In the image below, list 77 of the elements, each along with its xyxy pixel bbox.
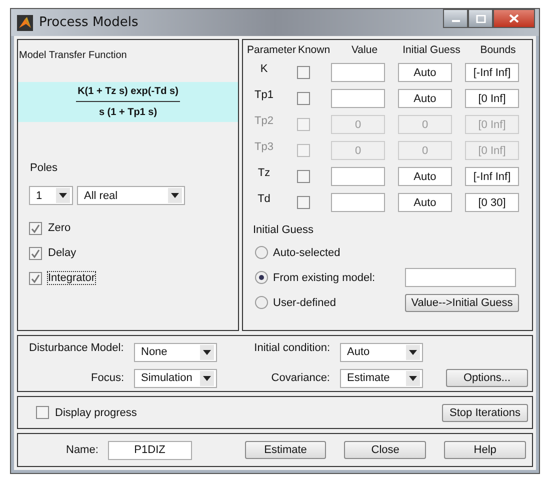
bounds-field[interactable]: [-Inf Inf] [465,167,519,186]
disturbance-dropdown[interactable]: None [134,342,217,362]
caret-icon [203,350,211,354]
section-heading: Model Transfer Function [19,50,128,61]
column-header: Initial Guess [402,44,462,56]
column-header: Known [297,44,331,56]
checkbox-label: Zero [47,221,72,235]
display-progress-checkbox[interactable] [36,406,49,419]
known-checkbox[interactable] [297,92,310,105]
maximize-icon [476,14,486,22]
caret-icon [171,193,179,198]
covariance-label: Covariance: [270,372,331,384]
initial-guess-field[interactable]: Auto [398,89,452,108]
radio-label: From existing model: [273,272,376,284]
checkbox-label: Integrator [47,271,96,285]
parameter-name: Tp2 [254,115,274,127]
parameter-name: Tp1 [254,89,274,101]
checkbox[interactable] [29,272,42,284]
known-checkbox[interactable] [297,196,310,209]
known-checkbox[interactable] [297,66,310,79]
radio-button[interactable] [255,246,268,259]
initial-guess-field[interactable]: Auto [398,193,452,212]
caret-icon [59,193,67,198]
caret-icon [203,376,211,380]
value-field[interactable] [331,63,385,82]
footer-button[interactable]: Estimate [244,441,326,459]
name-label: Name: [66,444,100,456]
poles-label: Poles [30,162,59,174]
initial-condition-label: Initial condition: [253,342,331,354]
minimize-button[interactable] [443,9,468,28]
checkbox[interactable] [29,222,42,234]
column-header: Parameter [247,44,297,56]
parameter-name: Td [256,193,272,205]
app-logo-icon [17,14,33,30]
window-title: Process Models [39,15,138,30]
focus-label: Focus: [90,372,125,384]
close-icon [509,14,519,23]
bounds-field[interactable]: [0 Inf] [465,89,519,108]
disturbance-label: Disturbance Model: [29,342,125,354]
maximize-button[interactable] [468,9,493,28]
parameter-name: K [259,63,269,75]
pole-type-dropdown[interactable]: All real [77,186,185,205]
radio-button[interactable] [255,296,268,309]
checkbox-label: Delay [47,246,78,260]
name-field[interactable]: P1DIZ [108,440,192,460]
radio-label: User-defined [273,296,337,308]
close-button[interactable] [493,9,535,28]
column-header: Bounds [479,44,517,56]
initial-condition-dropdown[interactable]: Auto [340,342,423,362]
footer-button[interactable]: Close [344,441,426,459]
radio-button[interactable] [255,271,268,284]
covariance-dropdown[interactable]: Estimate [340,368,423,388]
options-button[interactable]: Options... [446,369,528,387]
checkbox[interactable] [29,246,42,260]
initial-guess-field[interactable]: Auto [398,167,452,186]
model-name-field[interactable] [405,268,516,287]
display-progress-label: Display progress [55,406,137,418]
pole-count-dropdown[interactable]: 1 [29,186,73,205]
focus-dropdown[interactable]: Simulation [134,368,217,388]
column-header: Value [350,44,379,56]
bounds-field[interactable]: [-Inf Inf] [465,63,519,82]
caret-icon [409,350,417,354]
bounds-field[interactable]: [0 30] [465,193,519,212]
radio-label: Auto-selected [273,246,342,258]
copy-value-button[interactable]: Value-->Initial Guess [405,294,519,312]
transfer-function: K(1 + Tz s) exp(-Td s) s (1 + Tp1 s) [18,82,238,122]
initial-guess-field[interactable]: Auto [398,63,452,82]
parameter-name: Tz [256,167,272,179]
caret-icon [409,376,417,380]
value-field[interactable] [331,167,385,186]
value-field[interactable] [331,89,385,108]
initial-guess-label: Initial Guess [253,224,315,236]
stop-iterations-button[interactable]: Stop Iterations [442,404,528,422]
value-field[interactable] [331,193,385,212]
footer-button[interactable]: Help [444,441,526,459]
parameter-name: Tp3 [254,141,274,153]
known-checkbox[interactable] [297,170,310,183]
